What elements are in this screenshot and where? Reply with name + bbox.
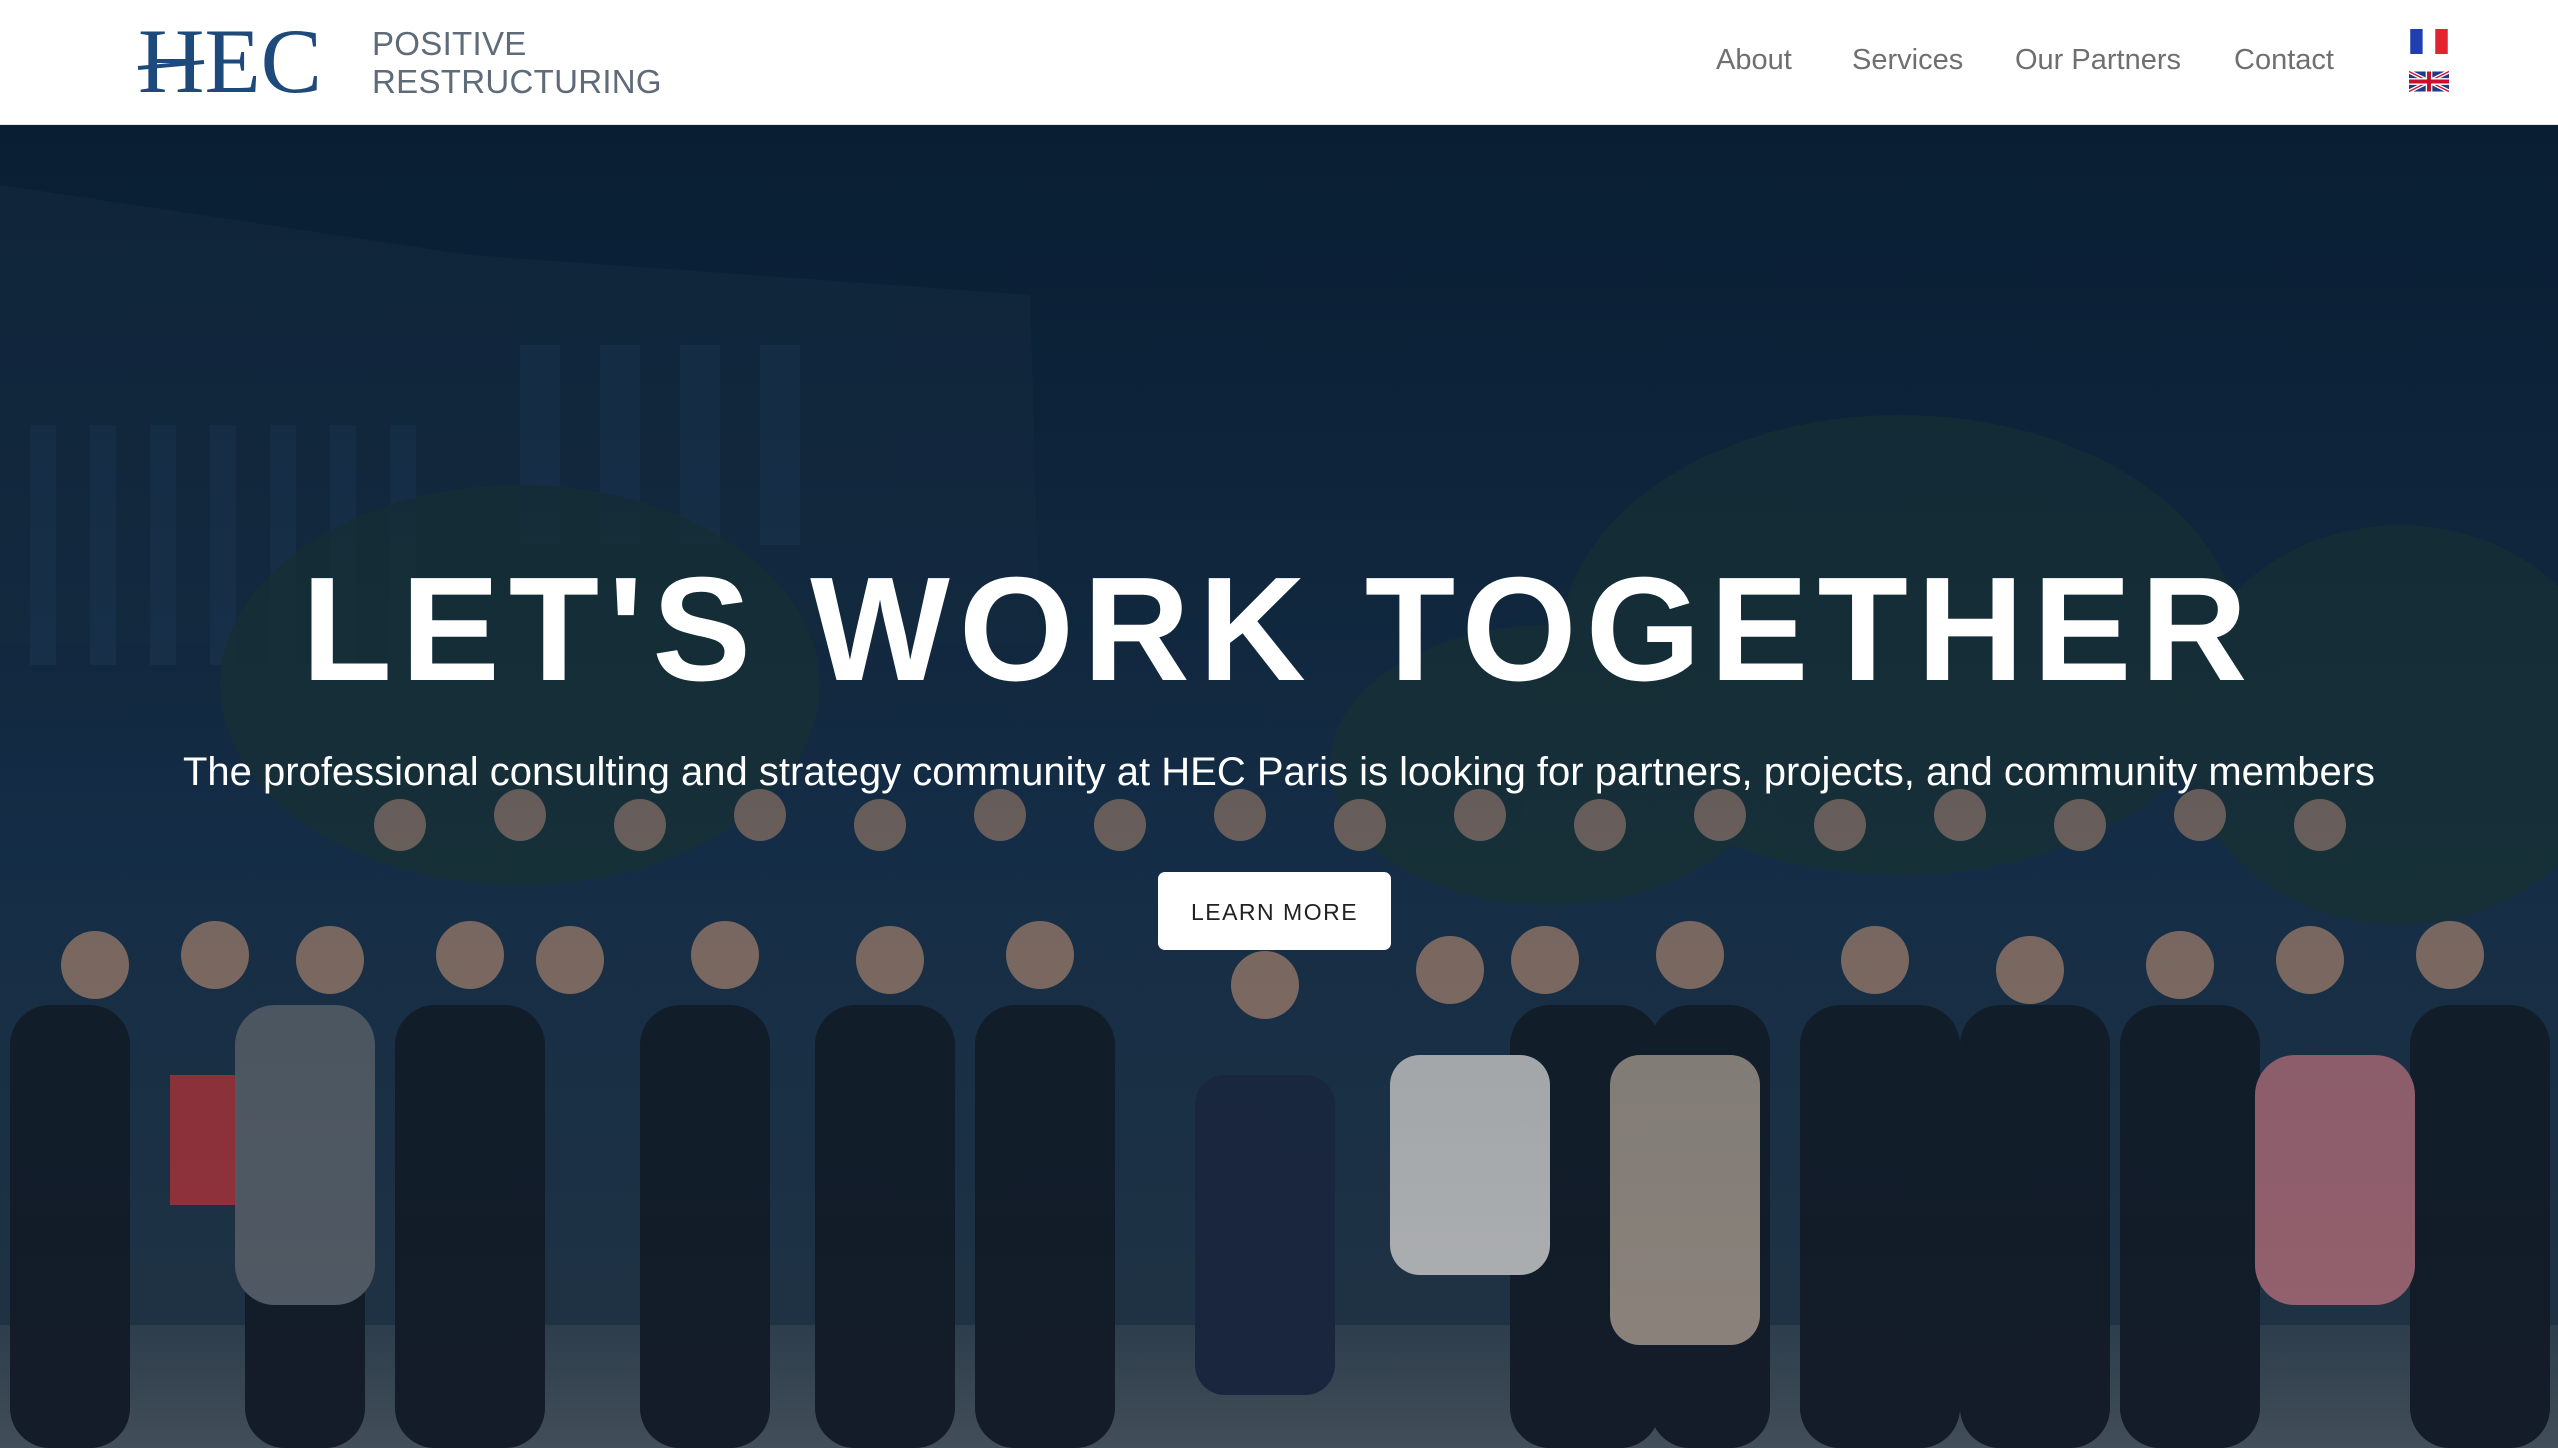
hec-logo-icon: HEC bbox=[138, 20, 322, 106]
hero-section: LET'S WORK TOGETHER The professional con… bbox=[0, 125, 2558, 1448]
top-navbar: HEC POSITIVE RESTRUCTURING About Service… bbox=[0, 0, 2558, 125]
brand-name-line2: RESTRUCTURING bbox=[372, 63, 662, 100]
nav-item-about[interactable]: About bbox=[1716, 44, 1792, 77]
brand-name-line1: POSITIVE bbox=[372, 25, 527, 62]
hero-subtitle: The professional consulting and strategy… bbox=[182, 750, 2376, 794]
nav-item-services[interactable]: Services bbox=[1852, 44, 1963, 77]
learn-more-button[interactable]: LEARN MORE bbox=[1158, 872, 1391, 950]
hero-title: LET'S WORK TOGETHER bbox=[301, 547, 2257, 712]
logo-text: HEC bbox=[138, 20, 322, 106]
flag-france-icon[interactable] bbox=[2409, 29, 2449, 54]
flag-uk-icon[interactable] bbox=[2409, 69, 2449, 94]
brand-name: POSITIVE RESTRUCTURING bbox=[372, 25, 662, 101]
nav-item-our-partners[interactable]: Our Partners bbox=[2015, 44, 2181, 77]
nav-item-contact[interactable]: Contact bbox=[2234, 44, 2334, 77]
brand-logo-link[interactable]: HEC POSITIVE RESTRUCTURING bbox=[138, 18, 662, 108]
